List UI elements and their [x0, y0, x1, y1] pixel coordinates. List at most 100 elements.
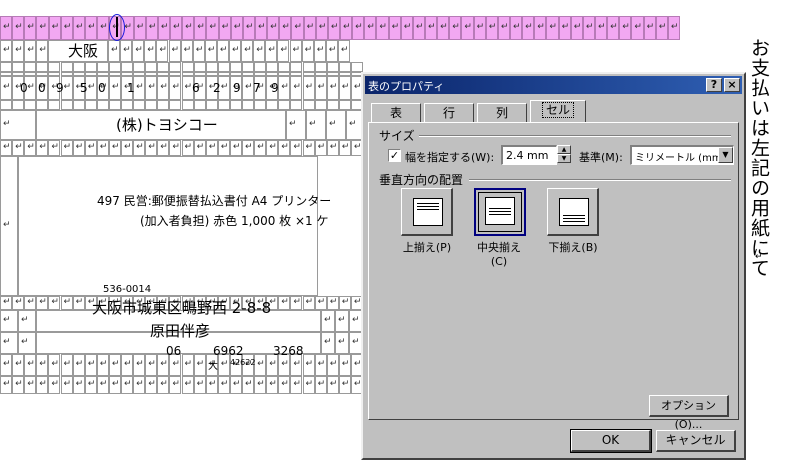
table-cell[interactable]: ↵ — [230, 16, 243, 40]
table-cell[interactable]: ↵ — [181, 354, 194, 376]
table-cell[interactable]: ↵ — [241, 40, 254, 62]
basis-dropdown-button[interactable]: ▼ — [718, 147, 733, 163]
table-cell[interactable]: ↵ — [205, 376, 218, 394]
table-cell[interactable]: ↵ — [278, 376, 291, 394]
table-cell[interactable] — [242, 62, 255, 72]
table-cell[interactable]: ↵ — [314, 140, 327, 156]
table-cell[interactable]: ↵ — [286, 110, 306, 140]
table-cell[interactable]: ↵ — [376, 16, 389, 40]
table-cell[interactable]: ↵ — [12, 354, 25, 376]
table-cell[interactable]: ↵ — [217, 140, 230, 156]
table-cell[interactable]: ↵ — [12, 376, 25, 394]
table-cell[interactable]: ↵ — [169, 76, 182, 100]
table-cell[interactable]: ↵ — [595, 16, 608, 40]
table-cell[interactable] — [121, 62, 134, 72]
table-cell[interactable]: ↵ — [24, 376, 37, 394]
table-cell[interactable]: ↵ — [133, 376, 146, 394]
table-cell[interactable] — [326, 100, 339, 110]
table-cell[interactable] — [24, 62, 37, 72]
table-cell[interactable]: ↵ — [36, 16, 49, 40]
table-cell[interactable]: ↵ — [0, 332, 18, 354]
table-cell[interactable]: ↵ — [96, 376, 109, 394]
table-cell[interactable] — [36, 62, 49, 72]
table-cell[interactable]: ↵ — [497, 16, 510, 40]
table-cell[interactable]: ↵ — [18, 332, 36, 354]
table-cell[interactable]: ↵ — [48, 296, 61, 310]
table-cell[interactable]: ↵ — [534, 16, 547, 40]
table-cell[interactable]: ↵ — [204, 40, 217, 62]
table-cell[interactable]: ↵ — [96, 354, 109, 376]
table-cell[interactable] — [290, 100, 303, 110]
table-cell[interactable] — [266, 62, 279, 72]
table-cell[interactable]: ↵ — [36, 40, 49, 62]
table-cell[interactable]: ↵ — [72, 296, 85, 310]
table-cell[interactable] — [145, 100, 158, 110]
table-cell[interactable]: ↵ — [193, 140, 206, 156]
table-cell[interactable]: ↵ — [302, 376, 315, 394]
table-cell[interactable]: ↵ — [157, 16, 170, 40]
table-cell[interactable]: ↵ — [302, 140, 315, 156]
table-cell[interactable]: ↵ — [290, 296, 303, 310]
table-cell[interactable]: ↵ — [303, 16, 316, 40]
table-cell[interactable]: ↵ — [254, 376, 267, 394]
table-cell[interactable]: ↵ — [0, 354, 13, 376]
table-cell[interactable]: ↵ — [145, 354, 158, 376]
table-cell[interactable]: ↵ — [364, 16, 377, 40]
table-cell[interactable]: ↵ — [144, 40, 157, 62]
table-cell[interactable] — [290, 62, 303, 72]
table-cell[interactable]: ↵ — [0, 140, 13, 156]
table-cell[interactable] — [314, 100, 327, 110]
table-cell[interactable]: ↵ — [192, 40, 205, 62]
table-cell[interactable] — [193, 100, 206, 110]
table-cell[interactable] — [205, 100, 218, 110]
table-cell[interactable]: ↵ — [169, 376, 182, 394]
table-cell[interactable]: ↵ — [278, 140, 291, 156]
width-input[interactable]: 2.4 mm — [501, 145, 557, 165]
options-button[interactable]: オプション(O)... — [649, 395, 729, 431]
table-cell[interactable]: ↵ — [96, 140, 109, 156]
table-cell[interactable]: ↵ — [206, 16, 219, 40]
table-cell[interactable]: ↵ — [12, 16, 25, 40]
table-cell[interactable]: ↵ — [133, 16, 146, 40]
table-cell[interactable]: ↵ — [24, 140, 37, 156]
table-cell[interactable]: ↵ — [18, 310, 36, 332]
table-cell[interactable] — [145, 62, 158, 72]
table-cell[interactable]: ↵ — [325, 40, 338, 62]
table-cell[interactable] — [338, 62, 351, 72]
table-cell[interactable]: ↵ — [546, 16, 559, 40]
table-cell[interactable]: ↵ — [36, 296, 49, 310]
table-cell[interactable]: ↵ — [473, 16, 486, 40]
table-cell[interactable]: ↵ — [157, 140, 170, 156]
table-cell[interactable]: ↵ — [301, 40, 314, 62]
specify-width-checkbox[interactable]: ✓ — [388, 149, 401, 162]
table-cell[interactable]: ↵ — [510, 16, 523, 40]
table-cell[interactable] — [254, 100, 267, 110]
table-cell[interactable] — [181, 100, 194, 110]
table-cell[interactable]: ↵ — [24, 16, 37, 40]
table-cell[interactable]: ↵ — [326, 376, 339, 394]
table-cell[interactable]: ↵ — [168, 40, 181, 62]
table-cell[interactable]: ↵ — [194, 16, 207, 40]
table-cell[interactable] — [217, 100, 230, 110]
cancel-button[interactable]: キャンセル — [656, 430, 736, 452]
table-cell[interactable]: ↵ — [337, 40, 350, 62]
table-cell[interactable]: ↵ — [145, 376, 158, 394]
table-cell[interactable]: ↵ — [265, 40, 278, 62]
table-cell[interactable]: ↵ — [267, 16, 280, 40]
table-cell[interactable]: ↵ — [0, 40, 13, 62]
table-cell[interactable]: ↵ — [254, 354, 267, 376]
table-cell[interactable]: ↵ — [242, 140, 255, 156]
table-cell[interactable]: ↵ — [321, 332, 335, 354]
table-cell[interactable]: ↵ — [72, 376, 85, 394]
table-cell[interactable]: ↵ — [326, 140, 339, 156]
table-cell[interactable]: ↵ — [48, 140, 61, 156]
table-cell[interactable]: ↵ — [461, 16, 474, 40]
table-cell[interactable]: ↵ — [97, 16, 110, 40]
align-center-button[interactable] — [474, 188, 526, 236]
table-cell[interactable]: ↵ — [289, 40, 302, 62]
table-cell[interactable] — [217, 62, 230, 72]
align-center-label[interactable]: 中央揃え(C) — [469, 239, 529, 268]
table-cell[interactable] — [36, 100, 49, 110]
table-cell[interactable] — [278, 62, 291, 72]
table-cell[interactable] — [48, 100, 61, 110]
